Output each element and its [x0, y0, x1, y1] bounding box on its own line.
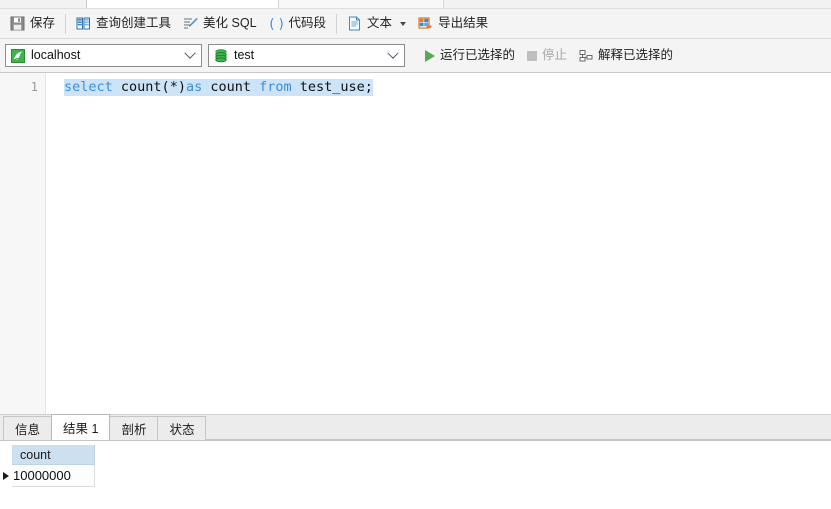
tab-profile-label: 剖析: [121, 423, 147, 437]
sql-editor-window: 保存 查询创建工具 美化 SQL () 代码段 文本 导出结果 localho…: [0, 0, 831, 509]
server-connection-icon: [11, 48, 25, 63]
tab-strip-remnant: [0, 0, 831, 9]
current-row-indicator: [0, 465, 12, 487]
line-number-gutter: 1: [0, 73, 46, 414]
column-header-count-label: count: [20, 447, 51, 462]
main-toolbar: 保存 查询创建工具 美化 SQL () 代码段 文本 导出结果: [0, 9, 831, 39]
column-header-count[interactable]: count: [12, 445, 95, 465]
tab-info-label: 信息: [15, 423, 41, 437]
beautify-sql-icon: [184, 17, 198, 29]
beautify-sql-button[interactable]: 美化 SQL: [177, 12, 263, 36]
database-dropdown-arrow[interactable]: [385, 47, 401, 60]
tab-strip-divider: [0, 8, 831, 9]
query-builder-icon: [76, 17, 91, 30]
tab-info[interactable]: 信息: [3, 416, 53, 440]
result-grid-wrapper[interactable]: count 10000000: [0, 441, 831, 509]
tab-result-1[interactable]: 结果 1: [51, 414, 111, 440]
code-canvas[interactable]: select count(*)as count from test_use;: [46, 73, 831, 414]
host-dropdown-arrow[interactable]: [182, 47, 198, 60]
host-value: localhost: [31, 49, 81, 62]
tab-result-1-label: 结果 1: [63, 422, 99, 436]
stop-button: 停止: [522, 44, 572, 68]
query-builder-button[interactable]: 查询创建工具: [70, 12, 177, 36]
tab-status[interactable]: 状态: [157, 416, 207, 440]
cell-count-text: 10000000: [13, 468, 71, 483]
text-format-label: 文本: [367, 16, 393, 31]
sql-token-alias-count: count: [202, 79, 260, 95]
save-button[interactable]: 保存: [4, 12, 61, 36]
row-arrow-icon: [3, 472, 9, 480]
result-grid-header-row: count: [0, 445, 95, 465]
export-result-icon: [418, 17, 432, 29]
execution-controls: 运行已选择的 停止 解释已选择的: [420, 44, 678, 68]
explain-selected-button[interactable]: 解释已选择的: [574, 44, 678, 68]
explain-selected-label: 解释已选择的: [598, 48, 674, 63]
code-snippet-button[interactable]: ( ) 代码段: [263, 12, 333, 36]
cell-count-value[interactable]: 10000000: [12, 465, 95, 487]
code-snippet-label: 代码段: [288, 16, 327, 31]
sql-token-table-name: test_use;: [291, 79, 373, 95]
query-builder-label: 查询创建工具: [96, 16, 172, 31]
export-result-label: 导出结果: [438, 16, 489, 31]
result-grid[interactable]: count 10000000: [0, 445, 95, 487]
svg-text:( ): ( ): [269, 17, 283, 31]
run-selected-button[interactable]: 运行已选择的: [420, 44, 520, 68]
code-snippet-parens-icon: ( ): [269, 17, 283, 31]
sql-token-keyword-as: as: [185, 79, 203, 95]
stop-square-icon: [527, 50, 538, 61]
database-value: test: [234, 49, 255, 62]
line-number-1: 1: [30, 80, 38, 94]
tabstrip-filler: [205, 416, 831, 440]
export-result-button[interactable]: 导出结果: [412, 12, 494, 36]
toolbar-separator-1: [65, 13, 67, 34]
database-combobox[interactable]: test: [208, 44, 405, 67]
text-document-icon: [349, 16, 361, 31]
toolbar-separator-2: [336, 13, 338, 34]
database-cylinder-icon: [215, 48, 227, 62]
sql-token-count-func: count(*): [120, 79, 186, 95]
result-tabstrip: 信息 结果 1 剖析 状态: [0, 414, 831, 441]
save-floppy-icon: [10, 16, 25, 31]
sql-editor-area[interactable]: 1 select count(*)as count from test_use;: [0, 73, 831, 414]
sql-token-keyword-from: from: [259, 79, 292, 95]
sql-token-space-1: [113, 79, 121, 95]
tab-status-label: 状态: [169, 423, 195, 437]
run-selected-label: 运行已选择的: [440, 48, 516, 63]
explain-plan-icon: [579, 49, 593, 61]
save-label: 保存: [30, 16, 56, 31]
connection-bar: localhost test 运行已选择的 停止 解释已选择的: [0, 39, 831, 73]
sql-statement-line[interactable]: select count(*)as count from test_use;: [64, 79, 373, 96]
grid-corner-cell: [0, 445, 12, 465]
stop-label: 停止: [542, 48, 568, 63]
table-row[interactable]: 10000000: [0, 465, 95, 487]
beautify-sql-label: 美化 SQL: [203, 16, 257, 31]
tab-profile[interactable]: 剖析: [109, 416, 159, 440]
sql-token-keyword-select: select: [64, 79, 113, 95]
text-format-button[interactable]: 文本: [341, 12, 412, 36]
result-pane: 信息 结果 1 剖析 状态 count 10000000: [0, 414, 831, 509]
host-combobox[interactable]: localhost: [5, 44, 202, 67]
play-triangle-icon: [425, 49, 435, 62]
chevron-down-icon[interactable]: [400, 21, 407, 26]
